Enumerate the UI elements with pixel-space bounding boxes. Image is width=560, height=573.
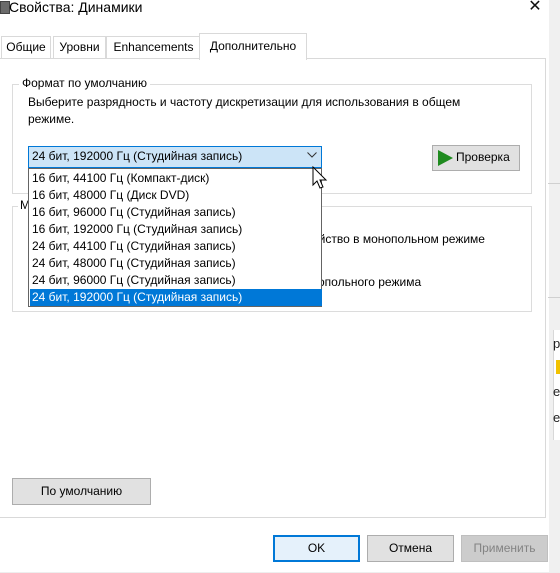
default-format-description: Выберите разрядность и частоту дискретиз… bbox=[28, 95, 461, 126]
format-combobox-value: 24 бит, 192000 Гц (Студийная запись) bbox=[32, 149, 243, 163]
cancel-button[interactable]: Отмена bbox=[367, 535, 454, 562]
ok-button[interactable]: OK bbox=[273, 535, 360, 562]
list-item[interactable]: 16 бит, 48000 Гц (Диск DVD) bbox=[30, 187, 322, 204]
panel-border-bottom bbox=[0, 517, 546, 518]
background-text: е bbox=[553, 384, 560, 399]
background-divider bbox=[548, 183, 560, 184]
list-item[interactable]: 24 бит, 44100 Гц (Студийная запись) bbox=[30, 238, 322, 255]
format-dropdown-list: 16 бит, 44100 Гц (Компакт-диск) 16 бит, … bbox=[28, 168, 322, 307]
tab-levels[interactable]: Уровни bbox=[53, 36, 106, 59]
play-icon bbox=[438, 150, 453, 166]
exclusive-priority-checkbox-label[interactable]: опольного режима bbox=[318, 275, 421, 289]
mouse-cursor-icon bbox=[312, 165, 330, 190]
list-item-selected[interactable]: 24 бит, 192000 Гц (Студийная запись) bbox=[30, 289, 322, 306]
default-format-legend: Формат по умолчанию bbox=[19, 76, 150, 90]
background-divider bbox=[548, 297, 560, 298]
background-highlight bbox=[556, 360, 560, 374]
tab-advanced[interactable]: Дополнительно bbox=[199, 33, 307, 60]
close-button[interactable]: ✕ bbox=[522, 0, 548, 18]
test-button-label: Проверка bbox=[456, 150, 510, 164]
tab-enhancements[interactable]: Enhancements bbox=[106, 36, 201, 59]
list-item[interactable]: 16 бит, 192000 Гц (Студийная запись) bbox=[30, 221, 322, 238]
background-text: р bbox=[553, 336, 560, 351]
background-window bbox=[549, 0, 560, 573]
apply-button[interactable]: Применить bbox=[461, 535, 548, 562]
list-item[interactable]: 24 бит, 48000 Гц (Студийная запись) bbox=[30, 255, 322, 272]
allow-exclusive-checkbox-label[interactable]: ойство в монопольном режиме bbox=[312, 232, 485, 246]
restore-defaults-button[interactable]: По умолчанию bbox=[12, 478, 151, 505]
chevron-down-icon[interactable] bbox=[305, 147, 319, 165]
tab-general[interactable]: Общие bbox=[1, 36, 51, 59]
list-item[interactable]: 16 бит, 96000 Гц (Студийная запись) bbox=[30, 204, 322, 221]
list-item[interactable]: 24 бит, 96000 Гц (Студийная запись) bbox=[30, 272, 322, 289]
list-item[interactable]: 16 бит, 44100 Гц (Компакт-диск) bbox=[30, 170, 322, 187]
panel-border-right bbox=[545, 58, 546, 518]
window-title: Свойства: Динамики bbox=[9, 0, 143, 15]
background-text: е bbox=[553, 410, 560, 425]
